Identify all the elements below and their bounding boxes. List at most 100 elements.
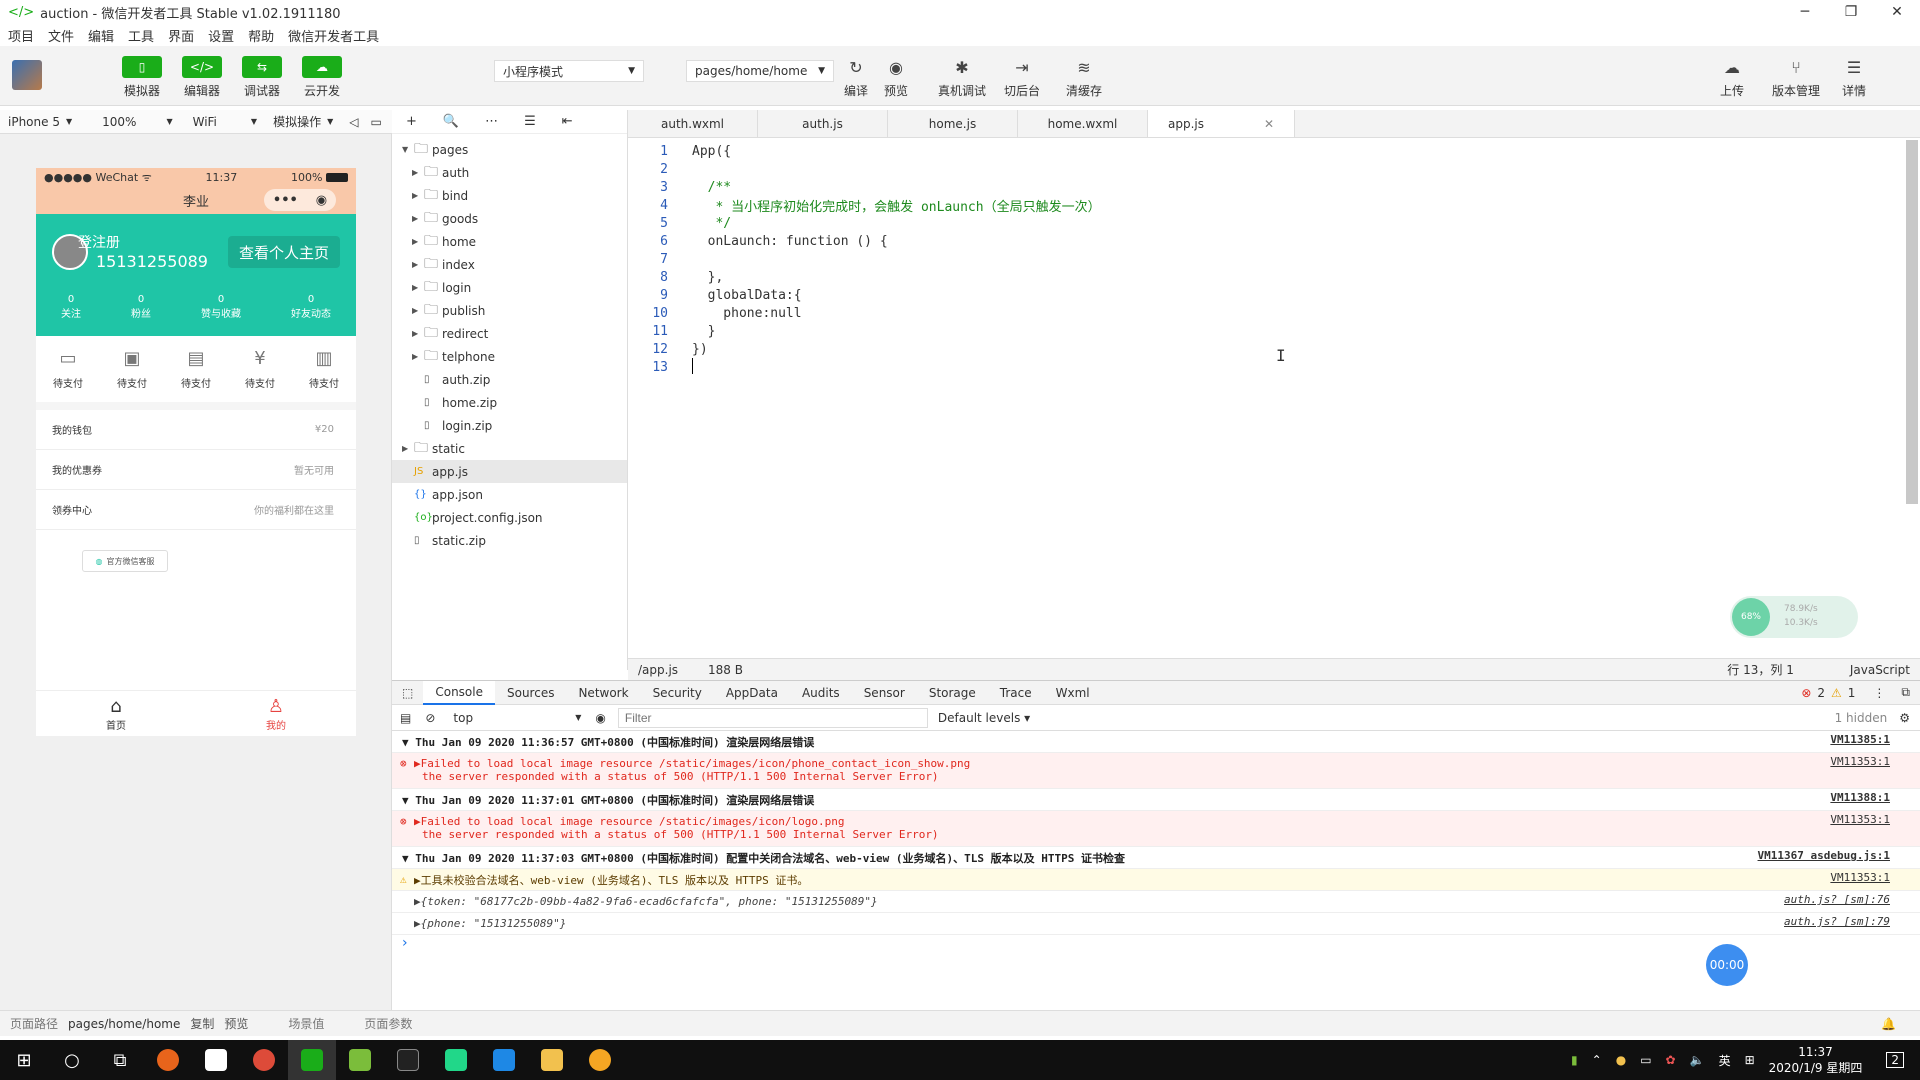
devtools-tab-appdata[interactable]: AppData <box>714 681 790 705</box>
order-shortcut[interactable]: ▭ 待支付 <box>53 348 83 390</box>
pycharm-icon[interactable] <box>432 1040 480 1080</box>
network-widget[interactable]: 68% 78.9K/s 10.3K/s <box>1730 596 1858 638</box>
chat-app-icon[interactable] <box>576 1040 624 1080</box>
preview-link[interactable]: 预览 <box>224 1015 248 1032</box>
zoom-select[interactable]: 100% ▼ <box>94 115 180 129</box>
detach-icon[interactable]: ▭ <box>370 115 381 129</box>
view-profile-button[interactable]: 查看个人主页 <box>228 236 340 268</box>
page-select[interactable]: pages/home/home ▼ <box>686 60 834 82</box>
tree-item-auth-zip[interactable]: ▯ auth.zip <box>392 368 627 391</box>
error-count[interactable]: 2 <box>1817 686 1825 700</box>
editor-tab-home-js[interactable]: home.js <box>888 110 1018 137</box>
menu-item[interactable]: 界面 <box>168 26 194 45</box>
stat-0[interactable]: 0 关注 <box>61 294 81 320</box>
order-shortcut[interactable]: ▤ 待支付 <box>181 348 211 390</box>
console-err-message[interactable]: ⊗ ▶Failed to load local image resource /s… <box>392 811 1920 847</box>
app-window-icon[interactable] <box>480 1040 528 1080</box>
sort-icon[interactable]: ☰ <box>524 114 536 129</box>
message-source-link[interactable]: VM11353:1 <box>1830 813 1890 826</box>
console-grp-message[interactable]: ▼ Thu Jan 09 2020 11:36:57 GMT+0800 (中国标… <box>392 731 1920 753</box>
maximize-button[interactable]: ❐ <box>1828 4 1874 20</box>
message-source-link[interactable]: VM11367 asdebug.js:1 <box>1758 849 1890 862</box>
wechat-devtools-icon[interactable] <box>288 1040 336 1080</box>
phone-tab-1[interactable]: ♙ 我的 <box>266 696 286 732</box>
scrollbar-thumb[interactable] <box>1906 140 1918 504</box>
editor-tab-app-js[interactable]: app.js ✕ <box>1148 110 1296 137</box>
tree-item-login[interactable]: ▶ 🗀 login <box>392 276 627 299</box>
minimize-button[interactable]: ─ <box>1782 4 1828 20</box>
terminal-icon[interactable] <box>384 1040 432 1080</box>
tree-item-index[interactable]: ▶ 🗀 index <box>392 253 627 276</box>
target-icon[interactable]: ◉ <box>316 193 327 208</box>
more-icon[interactable]: ••• <box>273 193 298 208</box>
sidebar-toggle-icon[interactable]: ▤ <box>392 711 419 725</box>
devtools-tab-security[interactable]: Security <box>641 681 714 705</box>
tree-item-app-js[interactable]: JS app.js <box>392 460 627 483</box>
network-select[interactable]: WiFi ▼ <box>185 115 265 129</box>
order-shortcut[interactable]: ¥ 待支付 <box>245 348 275 390</box>
menu-item[interactable]: 设置 <box>208 26 234 45</box>
message-source-link[interactable]: VM11353:1 <box>1830 755 1890 768</box>
phone-tab-0[interactable]: ⌂ 首页 <box>106 696 126 732</box>
register-link[interactable]: 登注册 <box>78 232 120 252</box>
eye-icon[interactable]: ◉ <box>595 711 605 725</box>
toolbar-right_mid-button-1[interactable]: ◉ 预览 <box>884 56 908 99</box>
tree-item-static[interactable]: ▶ 🗀 static <box>392 437 627 460</box>
clear-console-icon[interactable]: ⊘ <box>419 711 441 725</box>
tree-item-app-json[interactable]: {} app.json <box>392 483 627 506</box>
volume-icon[interactable]: ◁ <box>349 115 358 129</box>
toolbar-right_mid-button-0[interactable]: ↻ 编译 <box>844 56 868 99</box>
mode-select[interactable]: 小程序模式 ▼ <box>494 60 644 82</box>
tree-item-static-zip[interactable]: ▯ static.zip <box>392 529 627 552</box>
task-view-icon[interactable]: ⧉ <box>96 1040 144 1080</box>
tray-app-icon[interactable]: ✿ <box>1666 1053 1676 1067</box>
collapse-icon[interactable]: ⇤ <box>562 114 573 129</box>
menu-item[interactable]: 工具 <box>128 26 154 45</box>
keyboard-icon[interactable]: ⊞ <box>1745 1053 1755 1067</box>
console-filter-input[interactable] <box>617 707 928 728</box>
toolbar-right-button-0[interactable]: ☁ 上传 <box>1720 56 1744 99</box>
inspect-icon[interactable]: ⬚ <box>392 686 423 700</box>
stat-2[interactable]: 0 赞与收藏 <box>201 294 241 320</box>
levels-select[interactable]: Default levels ▾ <box>938 711 1030 725</box>
toolbar-left-button-3[interactable]: ☁ 云开发 <box>302 56 342 99</box>
tray-chevron-icon[interactable]: ⌃ <box>1592 1053 1602 1067</box>
devtools-tab-network[interactable]: Network <box>566 681 640 705</box>
search-icon[interactable]: 🔍 <box>443 114 459 129</box>
tree-item-redirect[interactable]: ▶ 🗀 redirect <box>392 322 627 345</box>
tree-item-project-config-json[interactable]: {o} project.config.json <box>392 506 627 529</box>
timer-badge[interactable]: 00:00 <box>1706 944 1748 986</box>
notification-icon[interactable]: 2 <box>1886 1052 1904 1068</box>
tree-item-pages[interactable]: ▼ 🗀 pages <box>392 138 627 161</box>
tree-item-home-zip[interactable]: ▯ home.zip <box>392 391 627 414</box>
profile-menu-row[interactable]: 领券中心 你的福利都在这里 <box>36 490 356 530</box>
order-shortcut[interactable]: ▣ 待支付 <box>117 348 147 390</box>
tree-item-telphone[interactable]: ▶ 🗀 telphone <box>392 345 627 368</box>
tree-item-home[interactable]: ▶ 🗀 home <box>392 230 627 253</box>
official-service-button[interactable]: ◍ 官方微信客服 <box>82 550 168 572</box>
devtools-tab-audits[interactable]: Audits <box>790 681 852 705</box>
toolbar-right-button-2[interactable]: ☰ 详情 <box>1842 56 1866 99</box>
user-avatar[interactable] <box>12 60 42 90</box>
console-warn-message[interactable]: ⚠ ▶工具未校验合法域名、web-view (业务域名)、TLS 版本以及 HTT… <box>392 869 1920 891</box>
more-icon[interactable]: ⋯ <box>485 114 498 129</box>
order-shortcut[interactable]: ▥ 待支付 <box>309 348 339 390</box>
start-icon[interactable]: ⊞ <box>0 1040 48 1080</box>
clock[interactable]: 11:37 2020/1/9 星期四 <box>1769 1044 1863 1076</box>
volume-tray-icon[interactable]: 🔈 <box>1690 1053 1705 1067</box>
bell-icon[interactable]: 🔔 <box>1881 1017 1896 1031</box>
warning-count[interactable]: 1 <box>1848 686 1856 700</box>
tree-item-login-zip[interactable]: ▯ login.zip <box>392 414 627 437</box>
profile-menu-row[interactable]: 我的优惠券 暂无可用 <box>36 450 356 490</box>
message-source-link[interactable]: auth.js? [sm]:79 <box>1784 915 1890 928</box>
toolbar-right_mid-button-4[interactable]: ≋ 清缓存 <box>1066 56 1102 99</box>
message-source-link[interactable]: VM11388:1 <box>1830 791 1890 804</box>
console-obj-message[interactable]: ▶{phone: "15131255089"} auth.js? [sm]:79 <box>392 913 1920 935</box>
battery-tray-icon[interactable]: ▮ <box>1571 1053 1578 1067</box>
devtools-tab-trace[interactable]: Trace <box>988 681 1044 705</box>
menu-item[interactable]: 文件 <box>48 26 74 45</box>
close-button[interactable]: ✕ <box>1874 4 1920 20</box>
console-prompt[interactable]: › <box>392 935 1920 951</box>
menu-item[interactable]: 微信开发者工具 <box>288 26 379 45</box>
copy-link[interactable]: 复制 <box>190 1015 214 1032</box>
